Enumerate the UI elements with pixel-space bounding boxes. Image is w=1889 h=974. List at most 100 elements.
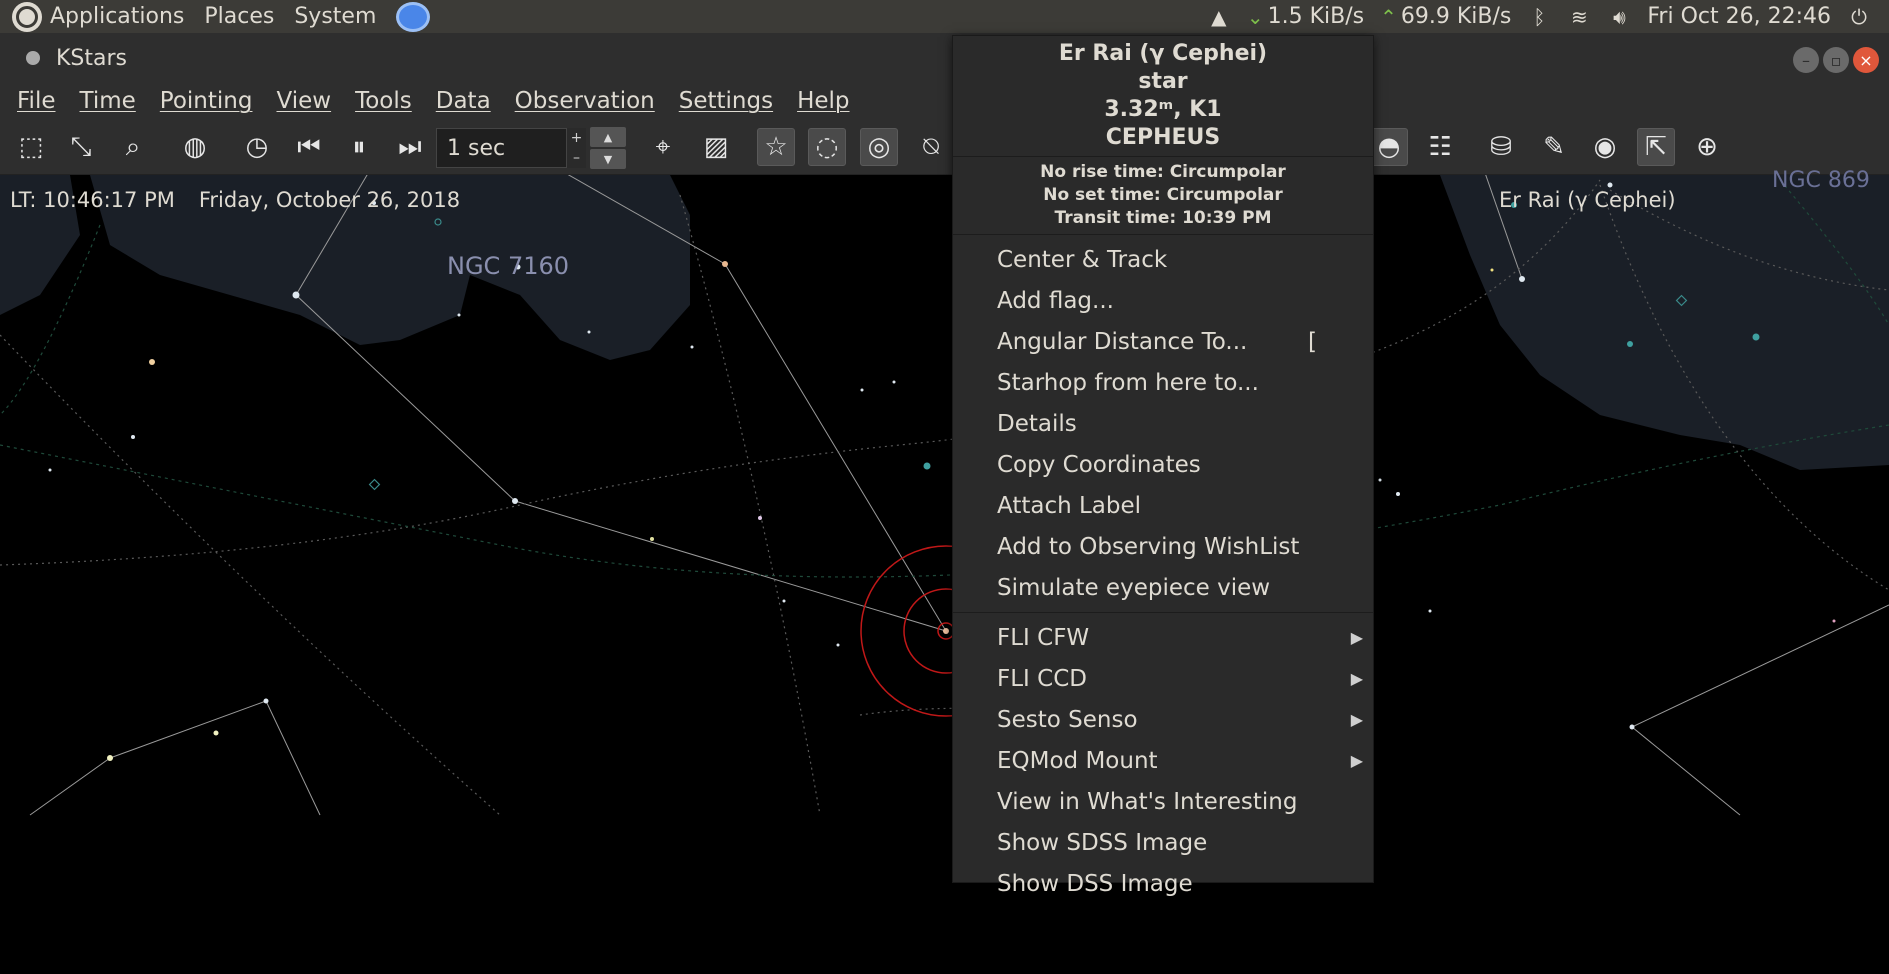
toggle-ground-icon[interactable]: ◓ xyxy=(1370,128,1408,166)
close-button[interactable]: × xyxy=(1853,47,1879,73)
toggle-planets-icon[interactable]: ⍉ xyxy=(912,128,950,166)
menu-center-track[interactable]: Center & Track xyxy=(953,239,1373,280)
places-menu[interactable]: Places xyxy=(204,4,274,29)
system-menu[interactable]: System xyxy=(294,4,376,29)
net-upload-rate: ⌃ 69.9 KiB/s xyxy=(1380,4,1512,29)
star xyxy=(292,291,300,299)
zoom-fit-icon[interactable]: ⬚ xyxy=(12,128,50,166)
toggle-constellation-names-icon[interactable]: ☷ xyxy=(1421,128,1459,166)
step-backward-icon[interactable]: ⏮ xyxy=(290,128,328,166)
object-constellation: CEPHEUS xyxy=(1105,125,1221,150)
toggle-solar-system-icon[interactable]: ◎ xyxy=(860,128,898,166)
window-title-bar: KStars – ▫ × xyxy=(0,33,1889,83)
submenu-arrow-icon: ▶ xyxy=(1350,751,1363,770)
menu-help[interactable]: Help xyxy=(797,88,849,114)
toolbar: ⬚ ⤡ ⌕ ◍ ◷ ⏮ ⏸ ⏭ ⌖ ▨ ☆ ◌ ◎ ⍉ ◓ ☷ ⛁ ✎ ◉ ⇱ … xyxy=(0,119,1889,175)
menu-starhop[interactable]: Starhop from here to... xyxy=(953,362,1373,403)
pause-clock-icon[interactable]: ⏸ xyxy=(340,128,378,166)
set-location-icon[interactable]: ◍ xyxy=(176,128,214,166)
toggle-satellites-icon[interactable]: ⛁ xyxy=(1482,128,1520,166)
star xyxy=(1396,492,1400,496)
toggle-hips-icon[interactable]: ⇱ xyxy=(1637,128,1675,166)
minimize-button[interactable]: – xyxy=(1793,47,1819,73)
menu-copy-coordinates[interactable]: Copy Coordinates xyxy=(953,444,1373,485)
star xyxy=(48,468,52,472)
step-forward-icon[interactable]: ⏭ xyxy=(391,128,429,166)
applications-menu[interactable]: Applications xyxy=(50,4,184,29)
constellation-line xyxy=(29,757,111,816)
menu-file[interactable]: File xyxy=(17,88,56,114)
star xyxy=(1607,182,1613,188)
spin-up-icon[interactable]: ▲ xyxy=(590,127,626,147)
menu-separator xyxy=(953,156,1373,157)
bluetooth-icon[interactable]: ᛒ xyxy=(1527,5,1551,29)
time-step-input[interactable]: 1 sec xyxy=(436,128,586,168)
menu-view[interactable]: View xyxy=(276,88,331,114)
time-step-spinner[interactable]: ▲ ▼ xyxy=(590,127,626,169)
menu-time[interactable]: Time xyxy=(80,88,136,114)
star xyxy=(943,628,949,634)
star xyxy=(1378,478,1382,482)
star xyxy=(587,330,591,334)
menu-tools[interactable]: Tools xyxy=(355,88,412,114)
star xyxy=(650,537,654,541)
image-viewer-icon[interactable]: ▨ xyxy=(697,128,735,166)
ubuntu-logo-icon[interactable] xyxy=(12,1,42,32)
system-panel: Applications Places System ▲ ⌄ 1.5 KiB/s … xyxy=(0,0,1889,33)
menu-attach-label[interactable]: Attach Label xyxy=(953,485,1373,526)
constellation-line xyxy=(265,700,321,816)
menu-add-wishlist[interactable]: Add to Observing WishList xyxy=(953,526,1373,567)
constellation-line xyxy=(1631,726,1741,816)
star xyxy=(149,359,155,365)
toggle-milky-way-icon[interactable]: ◉ xyxy=(1586,128,1624,166)
zoom-default-icon[interactable]: ⤡ xyxy=(62,128,100,166)
power-icon[interactable]: ⏻ xyxy=(1847,5,1871,29)
set-time-icon[interactable]: ◷ xyxy=(238,128,276,166)
constellation-line xyxy=(109,700,267,759)
constellation-boundary xyxy=(0,334,501,816)
sky-map[interactable] xyxy=(0,175,1889,974)
find-object-icon[interactable]: ⌕ xyxy=(114,128,152,166)
menu-data[interactable]: Data xyxy=(436,88,491,114)
angular-distance-shortcut: [ xyxy=(1308,328,1317,355)
local-time: LT: 10:46:17 PM xyxy=(10,188,175,212)
star xyxy=(836,643,840,647)
menu-observation[interactable]: Observation xyxy=(515,88,655,114)
time-step-units[interactable]: + – xyxy=(566,128,586,168)
menu-simulate-eyepiece[interactable]: Simulate eyepiece view xyxy=(953,567,1373,608)
star xyxy=(1629,724,1635,730)
menu-settings[interactable]: Settings xyxy=(679,88,773,114)
equipment-icon[interactable]: ⌖ xyxy=(644,128,682,166)
menu-whats-interesting[interactable]: View in What's Interesting xyxy=(953,781,1373,822)
menu-sesto-senso[interactable]: Sesto Senso ▶ xyxy=(953,699,1373,740)
menu-add-flag[interactable]: Add flag... xyxy=(953,280,1373,321)
menu-eqmod-mount[interactable]: EQMod Mount ▶ xyxy=(953,740,1373,781)
menu-fli-cfw[interactable]: FLI CFW ▶ xyxy=(953,617,1373,658)
object-name: Er Rai (γ Cephei) xyxy=(1058,41,1268,66)
volume-icon[interactable]: 🔊︎ xyxy=(1607,5,1631,29)
maximize-button[interactable]: ▫ xyxy=(1823,47,1849,73)
star xyxy=(1428,609,1432,613)
menu-fli-ccd[interactable]: FLI CCD ▶ xyxy=(953,658,1373,699)
menu-pointing[interactable]: Pointing xyxy=(160,88,253,114)
set-time: No set time: Circumpolar xyxy=(1043,185,1283,205)
object-context-menu: Er Rai (γ Cephei) star 3.32ᵐ, K1 CEPHEUS… xyxy=(952,35,1374,897)
star xyxy=(457,313,461,317)
toggle-stars-icon[interactable]: ☆ xyxy=(757,128,795,166)
menu-show-sdss-image[interactable]: Show SDSS Image xyxy=(953,822,1373,863)
constellation-line xyxy=(514,500,947,632)
wifi-icon[interactable]: ≋ xyxy=(1567,5,1591,29)
star xyxy=(1832,619,1836,623)
object-info-header: Er Rai (γ Cephei) star 3.32ᵐ, K1 CEPHEUS xyxy=(953,36,1373,152)
menu-details[interactable]: Details xyxy=(953,403,1373,444)
telescope-crosshair-icon[interactable]: ⊕ xyxy=(1688,128,1726,166)
star xyxy=(263,698,269,704)
chrome-icon[interactable] xyxy=(396,1,431,32)
menu-angular-distance[interactable]: Angular Distance To...[ xyxy=(953,321,1373,362)
menu-show-dss-image[interactable]: Show DSS Image xyxy=(953,863,1373,904)
toggle-deep-sky-icon[interactable]: ◌ xyxy=(808,128,846,166)
toggle-supernovae-icon[interactable]: ✎ xyxy=(1535,128,1573,166)
network-indicator-icon[interactable]: ▲ xyxy=(1207,5,1231,29)
clock[interactable]: Fri Oct 26, 22:46 xyxy=(1647,4,1831,29)
spin-down-icon[interactable]: ▼ xyxy=(590,149,626,169)
